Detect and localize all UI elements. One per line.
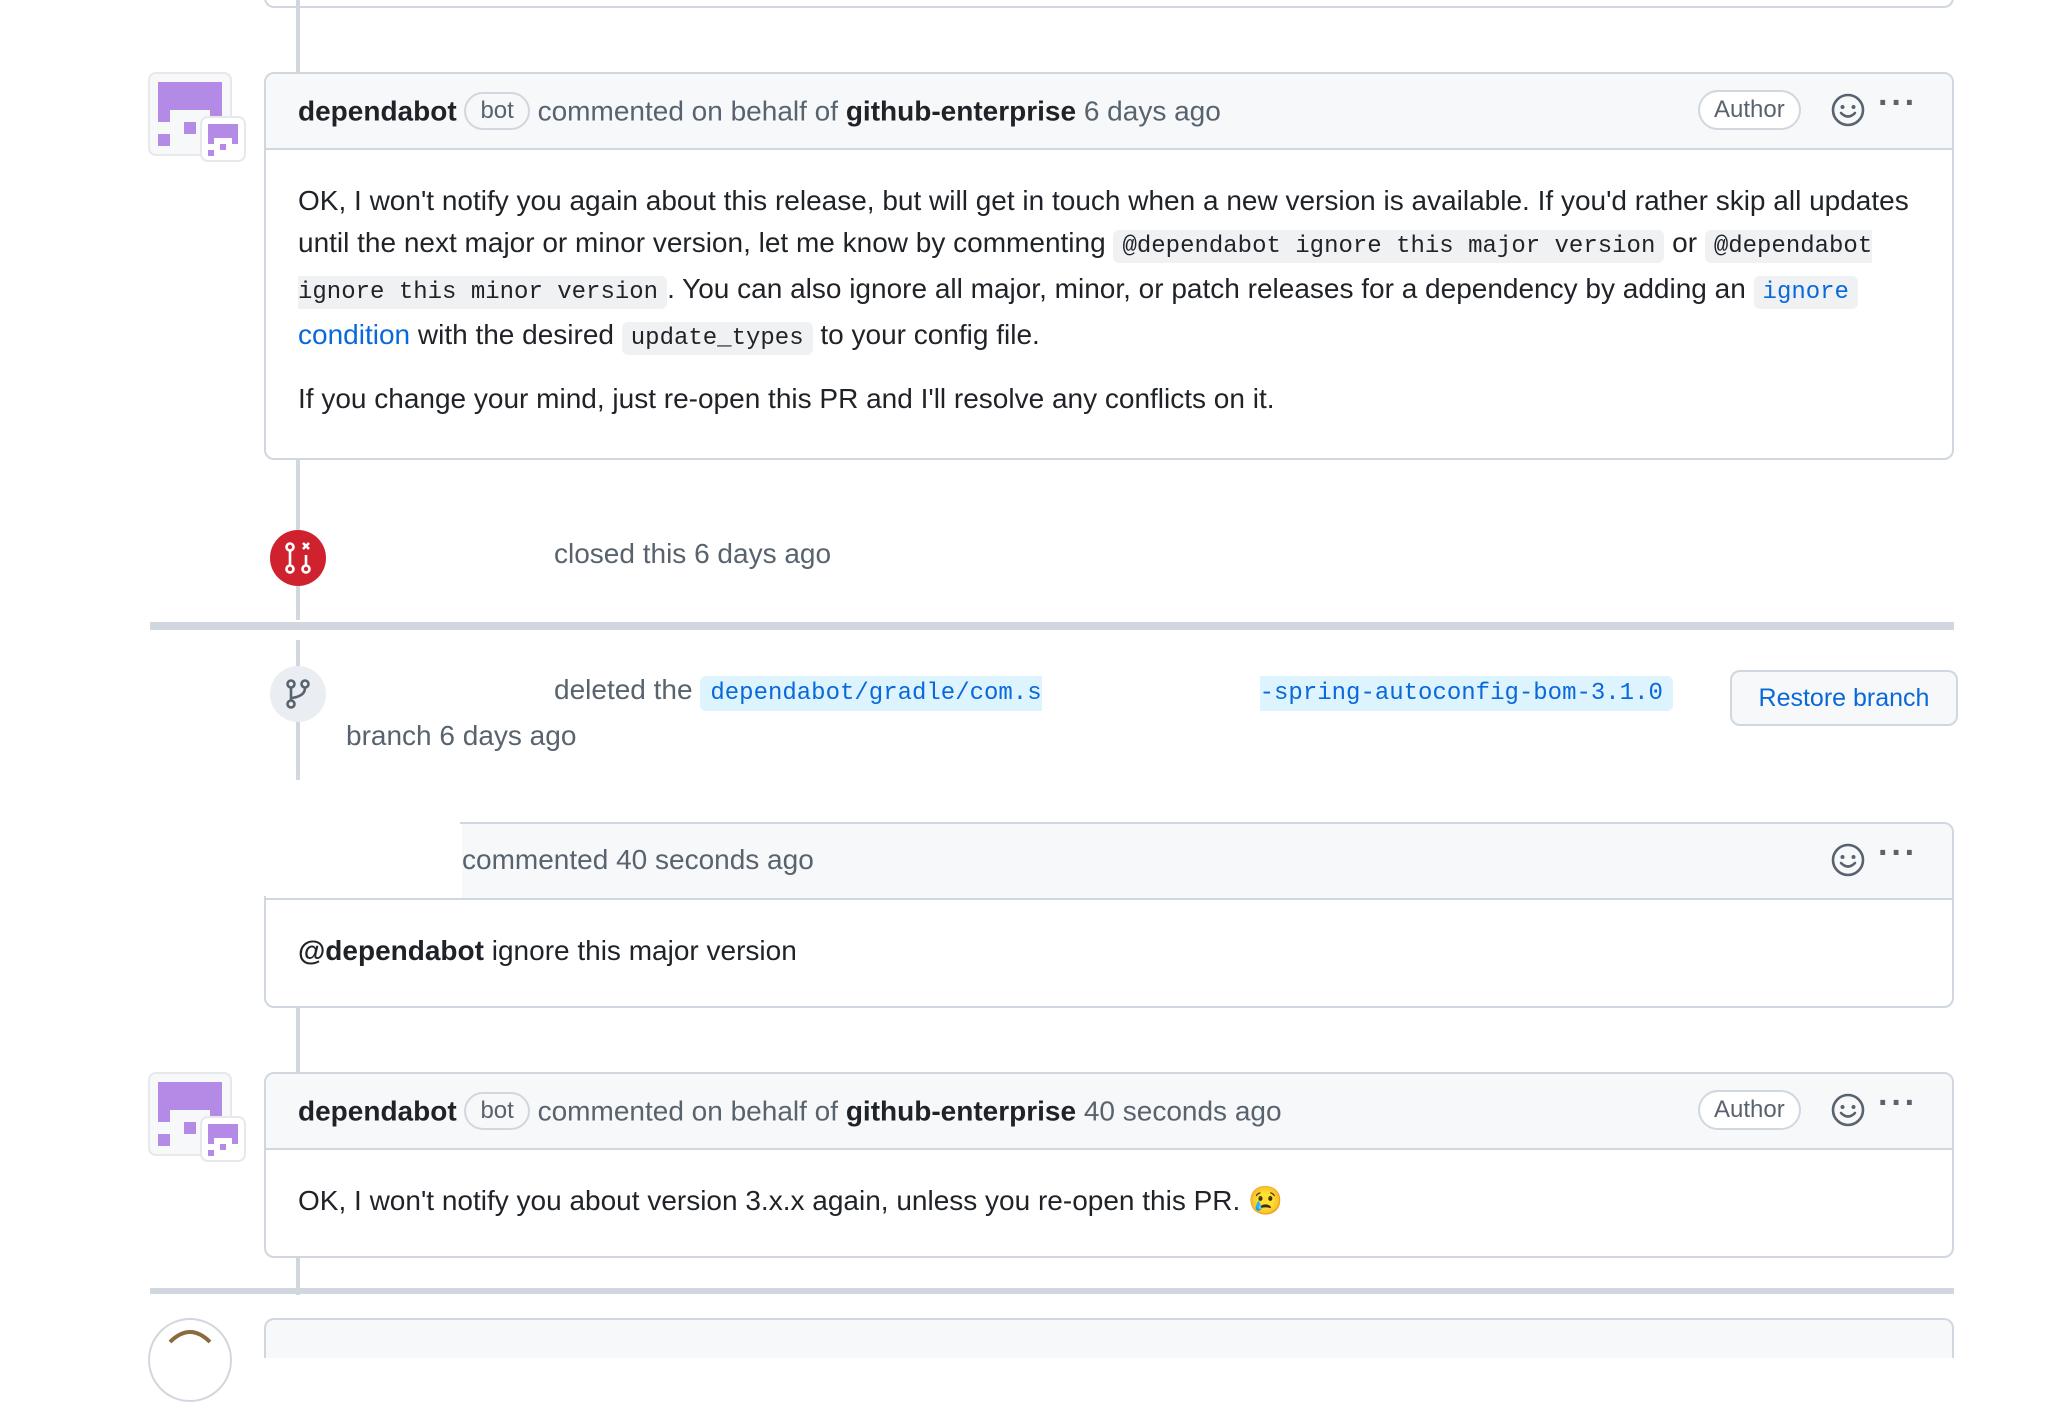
previous-comment-card bbox=[264, 0, 1954, 8]
next-comment-card bbox=[264, 1318, 1954, 1358]
action-text: commented on behalf of bbox=[537, 95, 839, 127]
mention-link[interactable]: @dependabot bbox=[298, 935, 484, 966]
author-badge: Author bbox=[1698, 1090, 1801, 1130]
redacted-avatar-area bbox=[150, 808, 460, 896]
body-text: OK, I won't notify you about version 3.x… bbox=[298, 1185, 1241, 1216]
author-badge: Author bbox=[1698, 90, 1801, 130]
redacted-block bbox=[1041, 673, 1260, 712]
author-link[interactable]: dependabot bbox=[298, 1095, 457, 1126]
branch-name-end: -spring-autoconfig-bom-3.1.0 bbox=[1259, 680, 1663, 707]
ignore-condition-link[interactable]: condition bbox=[298, 319, 410, 350]
comment-body: OK, I won't notify you about version 3.x… bbox=[298, 1180, 1283, 1222]
timeline-line bbox=[296, 1000, 300, 1080]
deleted-event-suffix: branch 6 days ago bbox=[346, 720, 577, 751]
org-link[interactable]: github-enterprise bbox=[846, 1095, 1076, 1126]
closed-event-text: closed this 6 days ago bbox=[554, 538, 832, 569]
inline-code: update_types bbox=[621, 322, 813, 355]
comment-card: commented 40 seconds ago ··· @dependabot… bbox=[264, 822, 1954, 1008]
comment-header-text: dependabot bot commented on behalf of gi… bbox=[298, 92, 1221, 132]
branch-name[interactable]: dependabot/gradle/com.s -spring-autoconfi… bbox=[700, 673, 1673, 712]
ignore-condition-link-code[interactable]: ignore bbox=[1753, 276, 1858, 309]
add-reaction-icon[interactable] bbox=[1830, 1092, 1866, 1128]
inline-code: @dependabot ignore this major version bbox=[1113, 230, 1665, 263]
comment-card: dependabot bot commented on behalf of gi… bbox=[264, 1072, 1954, 1258]
org-avatar[interactable] bbox=[200, 116, 246, 162]
branch-name-start: dependabot/gradle/com.s bbox=[710, 680, 1042, 707]
more-options-icon[interactable]: ··· bbox=[1878, 1084, 1918, 1123]
more-options-icon[interactable]: ··· bbox=[1878, 84, 1918, 123]
body-text: . You can also ignore all major, minor, … bbox=[667, 273, 1746, 304]
org-link[interactable]: github-enterprise bbox=[846, 95, 1076, 126]
restore-branch-button[interactable]: Restore branch bbox=[1730, 670, 1958, 726]
comment-header-text: dependabot bot commented on behalf of gi… bbox=[298, 1092, 1282, 1132]
body-text: ignore this major version bbox=[491, 935, 797, 966]
comment-header: dependabot bot commented on behalf of gi… bbox=[266, 1074, 1952, 1150]
github-enterprise-logo-icon bbox=[208, 124, 238, 156]
bot-badge: bot bbox=[464, 92, 530, 130]
body-text: with the desired bbox=[417, 319, 614, 350]
timestamp-link[interactable]: 40 seconds ago bbox=[1084, 1095, 1282, 1126]
timeline-separator bbox=[150, 622, 1954, 630]
git-branch-icon bbox=[286, 679, 310, 709]
comment-body: @dependabot ignore this major version bbox=[298, 930, 797, 972]
body-text: OK, I won't notify you again about this … bbox=[298, 185, 1909, 258]
next-comment-avatar[interactable] bbox=[148, 1318, 232, 1402]
comment-card: dependabot bot commented on behalf of gi… bbox=[264, 72, 1954, 460]
comment-header: commented 40 seconds ago ··· bbox=[266, 824, 1952, 900]
author-link[interactable]: dependabot bbox=[298, 95, 457, 126]
user-avatar-icon bbox=[168, 1330, 212, 1344]
add-reaction-icon[interactable] bbox=[1830, 92, 1866, 128]
crying-face-emoji: 😢 bbox=[1248, 1185, 1283, 1216]
closed-badge bbox=[270, 530, 326, 586]
comment-header: dependabot bot commented on behalf of gi… bbox=[266, 74, 1952, 150]
timestamp-link[interactable]: 6 days ago bbox=[1084, 95, 1221, 126]
deleted-event-line1: deleted the dependabot/gradle/com.s -spri… bbox=[554, 673, 1673, 712]
more-options-icon[interactable]: ··· bbox=[1878, 834, 1918, 873]
github-enterprise-logo-icon bbox=[208, 1124, 238, 1156]
action-text: commented on behalf of bbox=[537, 1095, 839, 1127]
comment-body-paragraph: If you change your mind, just re-open th… bbox=[298, 383, 1275, 414]
comment-timestamp-text[interactable]: commented 40 seconds ago bbox=[462, 844, 814, 876]
timeline-separator bbox=[150, 1288, 1954, 1294]
add-reaction-icon[interactable] bbox=[1830, 842, 1866, 878]
pull-request-closed-icon bbox=[285, 542, 311, 574]
comment-body: OK, I won't notify you again about this … bbox=[298, 180, 1928, 360]
body-text: or bbox=[1672, 227, 1698, 258]
bot-badge: bot bbox=[464, 1092, 530, 1130]
org-avatar[interactable] bbox=[200, 1116, 246, 1162]
deleted-prefix: deleted the bbox=[554, 674, 693, 705]
body-text: to your config file. bbox=[820, 319, 1040, 350]
branch-event-badge bbox=[270, 666, 326, 722]
